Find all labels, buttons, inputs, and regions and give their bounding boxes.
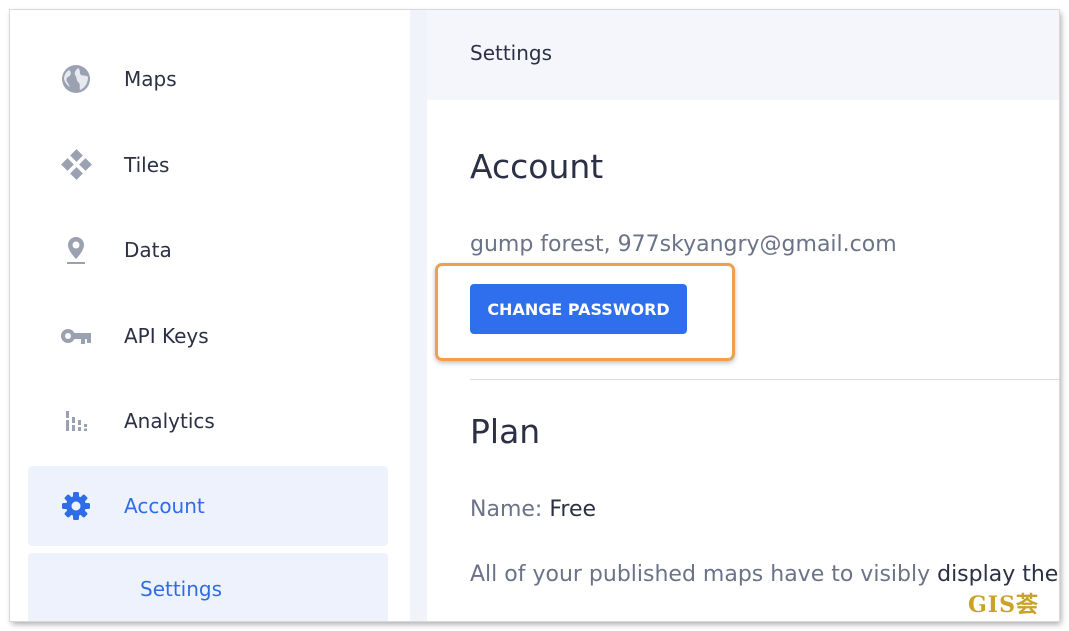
sidebar-item-label: Account [124, 494, 205, 518]
section-divider [470, 379, 1059, 380]
sidebar-item-label: Tiles [124, 153, 170, 177]
plan-desc-text: All of your published maps have to visib… [470, 562, 931, 587]
globe-icon [58, 61, 94, 97]
plan-name-value: Free [549, 497, 597, 522]
sidebar-subitem-settings[interactable]: Settings [28, 553, 388, 621]
sidebar-item-analytics[interactable]: Analytics [28, 381, 388, 461]
sidebar-item-label: Maps [124, 67, 177, 91]
sidebar-item-label: Data [124, 238, 172, 262]
user-info: gump forest, 977skyangry@gmail.com [470, 232, 897, 257]
sidebar-item-api-keys[interactable]: API Keys [28, 296, 388, 376]
sidebar-subitem-label: Settings [140, 577, 223, 601]
change-password-button[interactable]: CHANGE PASSWORD [470, 284, 687, 334]
key-icon [58, 318, 94, 354]
sidebar-item-data[interactable]: Data [28, 210, 388, 290]
main-content: Account gump forest, 977skyangry@gmail.c… [427, 100, 1059, 621]
account-heading: Account [470, 147, 604, 186]
plan-heading: Plan [470, 412, 541, 451]
watermark: GIS荟 [968, 592, 1039, 618]
sidebar-item-account[interactable]: Account [28, 466, 388, 546]
bar-chart-icon [58, 403, 94, 439]
sidebar-item-label: API Keys [124, 324, 209, 348]
plan-description: All of your published maps have to visib… [470, 562, 1058, 587]
sidebar-item-label: Analytics [124, 409, 215, 433]
sidebar: Maps Tiles Data API Keys Analytics Accou… [10, 10, 410, 621]
plan-name: Name: Free [470, 497, 596, 522]
gear-icon [58, 488, 94, 524]
plan-name-label: Name: [470, 497, 543, 522]
tiles-icon [58, 147, 94, 183]
page-title: Settings [470, 41, 553, 65]
plan-desc-bold: display the [937, 562, 1059, 587]
sidebar-item-tiles[interactable]: Tiles [28, 125, 388, 205]
page-header: Settings [427, 10, 1059, 100]
sidebar-item-maps[interactable]: Maps [28, 39, 388, 119]
app-window: Maps Tiles Data API Keys Analytics Accou… [10, 10, 1059, 621]
sidebar-divider [410, 10, 427, 621]
map-pin-icon [58, 232, 94, 268]
